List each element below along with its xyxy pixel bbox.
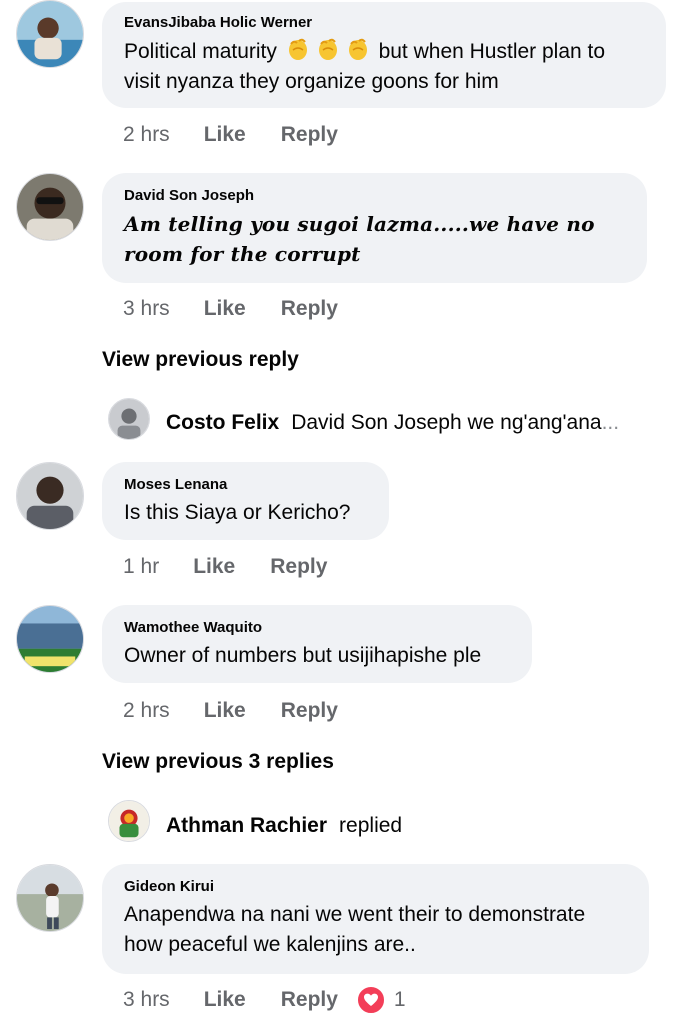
comment-bubble: EvansJibaba Holic Werner Political matur… [102, 2, 666, 108]
reply-author[interactable]: Athman Rachier [166, 814, 327, 838]
like-button[interactable]: Like [204, 988, 246, 1012]
comment-text: Anapendwa na nani we went their to demon… [124, 903, 586, 956]
comment-actions: 2 hrs Like Reply [123, 696, 338, 726]
comment-actions: 3 hrs Like Reply 1 [123, 985, 406, 1015]
comment-text-part: Political maturity [124, 40, 277, 63]
comment-time[interactable]: 3 hrs [123, 988, 170, 1012]
comment-text: Am telling you sugoi lazma.....we have n… [124, 212, 595, 266]
reply-ellipsis: ... [601, 411, 620, 434]
clapping-hands-icon [315, 36, 341, 62]
comment-actions: 1 hr Like Reply [123, 552, 327, 582]
comment-bubble: Gideon Kirui Anapendwa na nani we went t… [102, 864, 649, 974]
like-button[interactable]: Like [204, 699, 246, 723]
reply-avatar[interactable] [108, 398, 150, 440]
reply-preview[interactable]: Athman Rachier replied [166, 814, 402, 838]
comment-time[interactable]: 3 hrs [123, 297, 170, 321]
like-button[interactable]: Like [204, 297, 246, 321]
reaction-summary[interactable]: 1 [355, 985, 406, 1015]
avatar[interactable] [16, 605, 84, 673]
comment-actions: 3 hrs Like Reply [123, 294, 338, 324]
avatar[interactable] [16, 173, 84, 241]
comment-author[interactable]: Wamothee Waquito [124, 618, 510, 638]
reply-button[interactable]: Reply [281, 699, 338, 723]
comment-author[interactable]: David Son Joseph [124, 186, 625, 206]
reaction-count: 1 [393, 988, 406, 1011]
reply-author[interactable]: Costo Felix [166, 411, 279, 435]
reply-preview[interactable]: Costo Felix David Son Joseph we ng'ang'a… [166, 411, 619, 435]
view-previous-replies-link[interactable]: View previous 3 replies [102, 750, 334, 774]
like-button[interactable]: Like [204, 123, 246, 147]
comment-bubble: Wamothee Waquito Owner of numbers but us… [102, 605, 532, 683]
reply-button[interactable]: Reply [281, 123, 338, 147]
comment-bubble: Moses Lenana Is this Siaya or Kericho? [102, 462, 389, 540]
avatar[interactable] [16, 0, 84, 68]
comment-author[interactable]: EvansJibaba Holic Werner [124, 13, 644, 33]
comment-text: Is this Siaya or Kericho? [124, 501, 351, 524]
comment-time[interactable]: 2 hrs [123, 123, 170, 147]
comment-text: Political maturity but when Hustler plan… [124, 36, 644, 97]
reply-button[interactable]: Reply [270, 555, 327, 579]
comment-time[interactable]: 2 hrs [123, 699, 170, 723]
reply-text: replied [339, 814, 403, 837]
reply-button[interactable]: Reply [281, 988, 338, 1012]
like-button[interactable]: Like [193, 555, 235, 579]
reply-avatar[interactable] [108, 800, 150, 842]
comment-text: Owner of numbers but usijihapishe ple [124, 644, 482, 667]
clapping-hands-icon [345, 36, 371, 62]
comment-bubble: David Son Joseph Am telling you sugoi la… [102, 173, 647, 283]
comment-author[interactable]: Moses Lenana [124, 475, 367, 495]
avatar[interactable] [16, 462, 84, 530]
reply-button[interactable]: Reply [281, 297, 338, 321]
reply-text: David Son Joseph we ng'ang'ana [291, 411, 602, 434]
comment-time[interactable]: 1 hr [123, 555, 159, 579]
comment-actions: 2 hrs Like Reply [123, 120, 338, 150]
heart-icon [355, 985, 386, 1015]
comment-author[interactable]: Gideon Kirui [124, 877, 627, 897]
avatar[interactable] [16, 864, 84, 932]
clapping-hands-icon [285, 36, 311, 62]
view-previous-replies-link[interactable]: View previous reply [102, 348, 299, 372]
